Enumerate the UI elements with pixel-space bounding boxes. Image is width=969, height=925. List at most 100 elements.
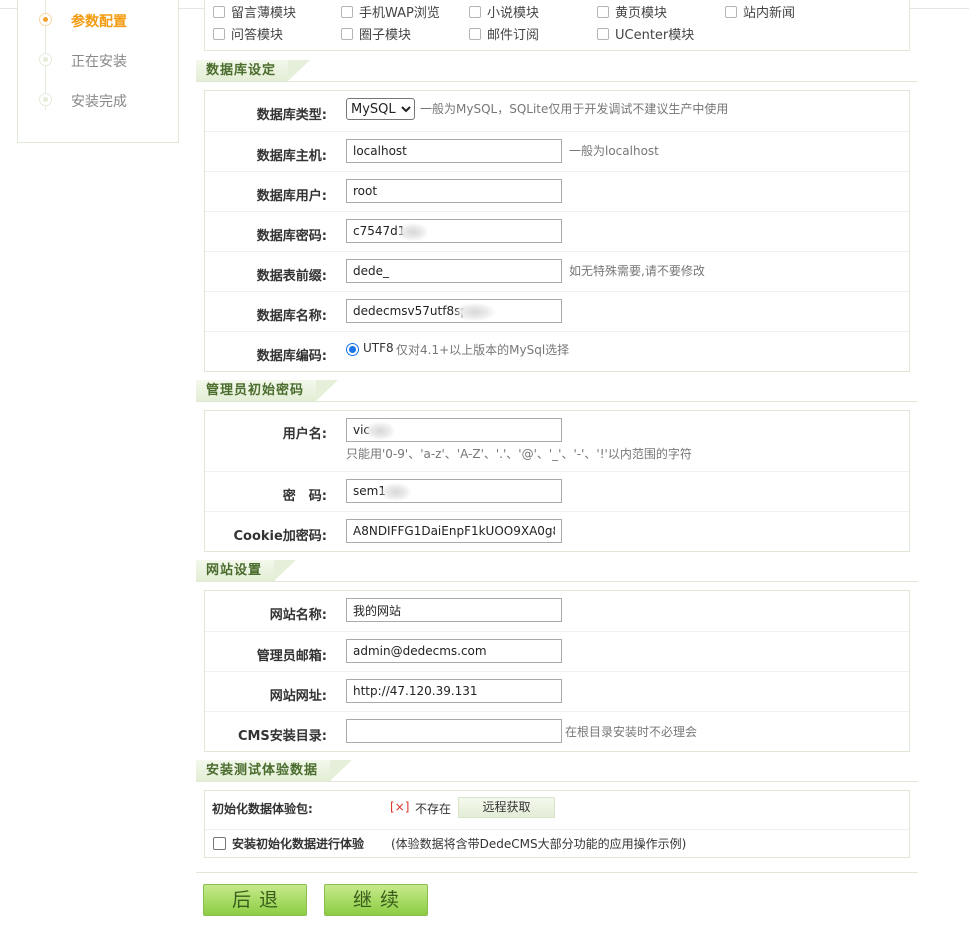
package-label: 初始化数据体验包: bbox=[212, 802, 313, 816]
checkbox[interactable] bbox=[341, 28, 353, 40]
section-title: 安装测试体验数据 bbox=[196, 760, 353, 781]
module-option[interactable]: 手机WAP浏览 bbox=[341, 2, 440, 21]
step-dot-icon bbox=[39, 53, 52, 66]
admin-user-row: 用户名: 只能用'0-9'、'a-z'、'A-Z'、'.'、'@'、'_'、'-… bbox=[205, 411, 909, 471]
module-option[interactable]: 黄页模块 bbox=[597, 2, 667, 21]
db-name-input[interactable] bbox=[346, 299, 562, 323]
db-user-row: 数据库用户: bbox=[205, 171, 909, 211]
field-label: Cookie加密码: bbox=[233, 529, 327, 544]
step-label: 参数配置 bbox=[71, 14, 127, 30]
field-label: CMS安装目录: bbox=[237, 729, 327, 744]
admin-settings-table: 用户名: 只能用'0-9'、'a-z'、'A-Z'、'.'、'@'、'_'、'-… bbox=[204, 410, 910, 552]
field-label: 数据库名称: bbox=[256, 309, 327, 324]
section-header-admin: 管理员初始密码 bbox=[196, 380, 918, 402]
checkbox[interactable] bbox=[213, 28, 225, 40]
section-header-test-data: 安装测试体验数据 bbox=[196, 760, 918, 782]
install-steps-sidebar: 参数配置 正在安装 安装完成 bbox=[17, 0, 179, 143]
step-dot-icon bbox=[39, 93, 52, 106]
redaction-blur bbox=[398, 223, 428, 241]
db-name-row: 数据库名称: bbox=[205, 291, 909, 331]
admin-email-input[interactable] bbox=[346, 639, 562, 663]
db-prefix-input[interactable] bbox=[346, 259, 562, 283]
db-type-select[interactable]: MySQL bbox=[346, 98, 415, 120]
field-hint: 一般为localhost bbox=[569, 144, 659, 158]
install-demo-label: 安装初始化数据进行体验 bbox=[232, 837, 365, 851]
section-title: 网站设置 bbox=[196, 560, 297, 581]
db-host-input[interactable] bbox=[346, 139, 562, 163]
module-option[interactable]: 留言薄模块 bbox=[213, 2, 296, 21]
field-label: 用户名: bbox=[282, 427, 327, 442]
checkbox[interactable] bbox=[725, 6, 737, 18]
step-label: 安装完成 bbox=[71, 94, 127, 110]
checkbox[interactable] bbox=[597, 28, 609, 40]
field-hint: 一般为MySQL，SQLite仅用于开发调试不建议生产中使用 bbox=[420, 102, 729, 116]
db-password-input[interactable] bbox=[346, 219, 562, 243]
site-name-row: 网站名称: bbox=[205, 591, 909, 631]
section-header-database: 数据库设定 bbox=[196, 60, 918, 82]
checkbox[interactable] bbox=[597, 6, 609, 18]
footer-divider bbox=[196, 872, 918, 873]
admin-password-input[interactable] bbox=[346, 479, 562, 503]
field-label: 数据库用户: bbox=[256, 189, 327, 204]
redaction-blur bbox=[455, 303, 495, 321]
step-config: 参数配置 bbox=[18, 8, 178, 32]
checkbox[interactable] bbox=[469, 28, 481, 40]
module-option[interactable]: 邮件订阅 bbox=[469, 24, 539, 43]
field-hint: 只能用'0-9'、'a-z'、'A-Z'、'.'、'@'、'_'、'-'、'!'… bbox=[346, 447, 692, 461]
field-label: 管理员邮箱: bbox=[256, 649, 327, 664]
charset-option-label: UTF8 bbox=[363, 341, 394, 355]
section-header-site: 网站设置 bbox=[196, 560, 918, 582]
field-label: 网站网址: bbox=[269, 689, 327, 704]
module-selection-box: 留言薄模块 手机WAP浏览 小说模块 黄页模块 站内新闻 问答模块 圈子模块 邮… bbox=[204, 0, 910, 51]
checkbox[interactable] bbox=[469, 6, 481, 18]
site-settings-table: 网站名称: 管理员邮箱: 网站网址: CMS安装目录: 在根目录安装时不必理会 bbox=[204, 590, 910, 752]
step-label: 正在安装 bbox=[71, 54, 127, 70]
step-complete: 安装完成 bbox=[18, 88, 178, 112]
cookie-key-row: Cookie加密码: bbox=[205, 511, 909, 552]
field-hint: 如无特殊需要,请不要修改 bbox=[569, 264, 705, 278]
db-charset-row: 数据库编码: UTF8 仅对4.1+以上版本的MySql选择 bbox=[205, 331, 909, 372]
database-settings-table: 数据库类型: MySQL 一般为MySQL，SQLite仅用于开发调试不建议生产… bbox=[204, 90, 910, 372]
section-title: 数据库设定 bbox=[196, 60, 311, 81]
utf8-radio[interactable] bbox=[346, 343, 359, 356]
admin-email-row: 管理员邮箱: bbox=[205, 631, 909, 671]
db-password-row: 数据库密码: bbox=[205, 211, 909, 251]
site-url-input[interactable] bbox=[346, 679, 562, 703]
admin-password-row: 密 码: bbox=[205, 471, 909, 511]
module-option[interactable]: 圈子模块 bbox=[341, 24, 411, 43]
package-status: 不存在 bbox=[415, 802, 452, 816]
module-option[interactable]: 站内新闻 bbox=[725, 2, 795, 21]
section-title: 管理员初始密码 bbox=[196, 380, 339, 401]
back-button[interactable]: 后退 bbox=[203, 884, 307, 916]
module-option[interactable]: 小说模块 bbox=[469, 2, 539, 21]
install-demo-data-checkbox[interactable] bbox=[213, 837, 226, 850]
site-url-row: 网站网址: bbox=[205, 671, 909, 711]
db-type-row: 数据库类型: MySQL 一般为MySQL，SQLite仅用于开发调试不建议生产… bbox=[205, 91, 909, 131]
redaction-blur bbox=[365, 422, 395, 440]
step-installing: 正在安装 bbox=[18, 48, 178, 72]
continue-button[interactable]: 继续 bbox=[324, 884, 428, 916]
cms-dir-input[interactable] bbox=[346, 719, 562, 743]
field-label: 数据库主机: bbox=[256, 149, 327, 164]
field-label: 数据库密码: bbox=[256, 229, 327, 244]
module-option[interactable]: UCenter模块 bbox=[597, 24, 694, 43]
remote-fetch-button[interactable]: 远程获取 bbox=[458, 797, 555, 818]
test-data-table: 初始化数据体验包: [×] 不存在 安装初始化数据进行体验 (体验数据将含带De… bbox=[204, 790, 910, 858]
field-label: 数据库编码: bbox=[256, 349, 327, 364]
field-hint: 仅对4.1+以上版本的MySql选择 bbox=[396, 343, 570, 357]
checkbox[interactable] bbox=[213, 6, 225, 18]
db-user-input[interactable] bbox=[346, 179, 562, 203]
db-prefix-row: 数据表前缀: 如无特殊需要,请不要修改 bbox=[205, 251, 909, 291]
field-label: 数据库类型: bbox=[256, 108, 327, 123]
db-host-row: 数据库主机: 一般为localhost bbox=[205, 131, 909, 171]
site-name-input[interactable] bbox=[346, 598, 562, 622]
module-option[interactable]: 问答模块 bbox=[213, 24, 283, 43]
cms-dir-row: CMS安装目录: 在根目录安装时不必理会 bbox=[205, 711, 909, 752]
field-label: 密 码: bbox=[282, 489, 327, 504]
status-error-icon: [×] bbox=[390, 800, 410, 814]
step-active-dot-icon bbox=[39, 13, 52, 26]
field-label: 网站名称: bbox=[269, 608, 327, 623]
cookie-key-input[interactable] bbox=[346, 519, 562, 543]
checkbox[interactable] bbox=[341, 6, 353, 18]
install-demo-note: (体验数据将含带DedeCMS大部分功能的应用操作示例) bbox=[391, 837, 687, 851]
